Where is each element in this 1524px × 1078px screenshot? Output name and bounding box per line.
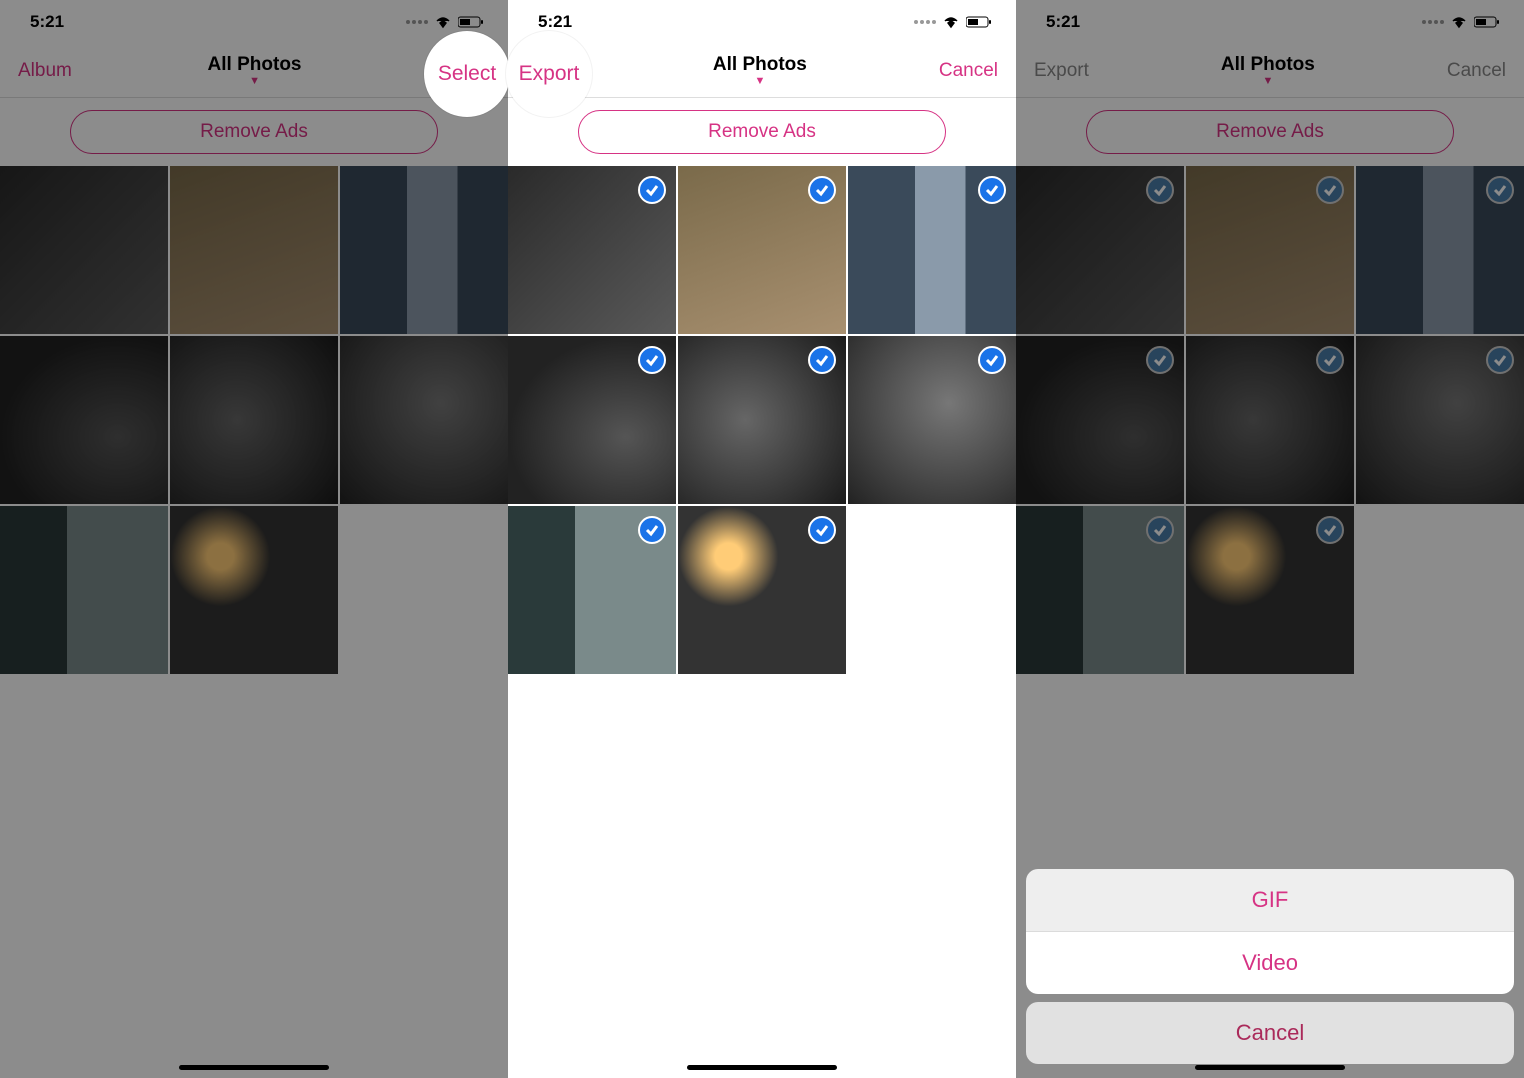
photo-thumbnail[interactable] [1016,166,1184,334]
photo-thumbnail[interactable] [0,166,168,334]
export-button[interactable]: Export [1034,60,1089,82]
photo-thumbnail[interactable] [1356,166,1524,334]
checkmark-icon [1486,346,1514,374]
photo-thumbnail[interactable] [848,336,1016,504]
battery-icon [458,16,484,28]
status-right [406,15,484,29]
chevron-down-icon: ▼ [1221,76,1315,87]
status-time: 5:21 [1046,12,1080,32]
checkmark-icon [808,346,836,374]
status-right [914,15,992,29]
page-title: All Photos [208,54,302,76]
remove-ads-row: Remove Ads [508,98,1016,166]
checkmark-icon [1146,346,1174,374]
checkmark-icon [978,346,1006,374]
photo-thumbnail[interactable] [1016,506,1184,674]
video-option[interactable]: Video [1026,932,1514,994]
battery-icon [966,16,992,28]
photo-thumbnail[interactable] [170,166,338,334]
photo-thumbnail[interactable] [0,506,168,674]
home-indicator[interactable] [687,1065,837,1070]
photo-thumbnail[interactable] [508,336,676,504]
callout-label: Select [438,62,496,86]
photo-thumbnail[interactable] [678,336,846,504]
checkmark-icon [638,516,666,544]
export-callout: Export [506,31,592,117]
status-time: 5:21 [538,12,572,32]
status-bar: 5:21 [0,0,508,44]
status-bar: 5:21 [508,0,1016,44]
photo-thumbnail[interactable] [1186,506,1354,674]
gif-option[interactable]: GIF [1026,869,1514,932]
remove-ads-button[interactable]: Remove Ads [70,110,438,154]
page-title: All Photos [1221,54,1315,76]
header-title-group[interactable]: All Photos ▼ [713,54,807,87]
cellular-dots-icon [406,20,428,24]
photo-grid[interactable] [0,166,508,674]
checkmark-icon [978,176,1006,204]
page-title: All Photos [713,54,807,76]
cancel-button[interactable]: Cancel [1447,60,1506,82]
photo-thumbnail[interactable] [848,166,1016,334]
cellular-dots-icon [914,20,936,24]
screen-2-export: 5:21 Export All Photos ▼ Cancel Remove A… [508,0,1016,1078]
cancel-button[interactable]: Cancel [939,60,998,82]
header-title-group[interactable]: All Photos ▼ [208,54,302,87]
home-indicator[interactable] [179,1065,329,1070]
status-time: 5:21 [30,12,64,32]
photo-thumbnail[interactable] [678,506,846,674]
checkmark-icon [808,176,836,204]
wifi-icon [434,15,452,29]
remove-ads-button[interactable]: Remove Ads [1086,110,1454,154]
photo-thumbnail[interactable] [508,166,676,334]
checkmark-icon [1316,346,1344,374]
photo-thumbnail[interactable] [678,166,846,334]
chevron-down-icon: ▼ [713,76,807,87]
photo-thumbnail[interactable] [340,336,508,504]
photo-thumbnail[interactable] [0,336,168,504]
select-callout: Select [424,31,510,117]
wifi-icon [1450,15,1468,29]
checkmark-icon [638,346,666,374]
action-sheet: GIF Video Cancel [1026,869,1514,1064]
remove-ads-row: Remove Ads [0,98,508,166]
header-title-group[interactable]: All Photos ▼ [1221,54,1315,87]
photo-thumbnail[interactable] [508,506,676,674]
checkmark-icon [1486,176,1514,204]
remove-ads-button[interactable]: Remove Ads [578,110,946,154]
checkmark-icon [808,516,836,544]
photo-thumbnail[interactable] [1356,336,1524,504]
photo-grid[interactable] [508,166,1016,674]
photo-thumbnail[interactable] [1186,336,1354,504]
photo-thumbnail[interactable] [170,506,338,674]
cellular-dots-icon [1422,20,1444,24]
status-right [1422,15,1500,29]
checkmark-icon [1316,516,1344,544]
home-indicator[interactable] [1195,1065,1345,1070]
album-button[interactable]: Album [18,60,72,82]
checkmark-icon [1316,176,1344,204]
chevron-down-icon: ▼ [208,76,302,87]
checkmark-icon [638,176,666,204]
remove-ads-row: Remove Ads [1016,98,1524,166]
checkmark-icon [1146,176,1174,204]
battery-icon [1474,16,1500,28]
photo-thumbnail[interactable] [340,166,508,334]
status-bar: 5:21 [1016,0,1524,44]
wifi-icon [942,15,960,29]
sheet-cancel-button[interactable]: Cancel [1026,1002,1514,1064]
photo-thumbnail[interactable] [1186,166,1354,334]
screen-1-select: 5:21 Album All Photos ▼ Select Remove Ad… [0,0,508,1078]
checkmark-icon [1146,516,1174,544]
photo-thumbnail[interactable] [1016,336,1184,504]
screen-3-action-sheet: 5:21 Export All Photos ▼ Cancel Remove A… [1016,0,1524,1078]
photo-grid[interactable] [1016,166,1524,674]
header: Export All Photos ▼ Cancel [1016,44,1524,98]
photo-thumbnail[interactable] [170,336,338,504]
callout-label: Export [519,62,580,86]
